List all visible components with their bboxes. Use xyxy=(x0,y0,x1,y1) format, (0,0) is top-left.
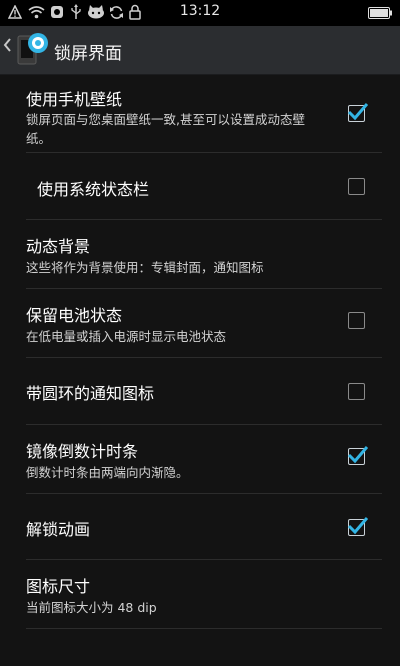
setting-keep-battery-status[interactable]: 保留电池状态 在低电量或插入电源时显示电池状态 xyxy=(26,289,382,358)
setting-title: 使用系统状态栏 xyxy=(37,180,150,199)
keep-battery-status-checkbox[interactable] xyxy=(348,312,365,329)
setting-subtitle: 倒数计时条由两端向内渐隐。 xyxy=(26,465,189,480)
status-time: 13:12 xyxy=(179,3,221,19)
setting-title: 带圆环的通知图标 xyxy=(26,384,155,403)
setting-use-phone-wallpaper[interactable]: 使用手机壁纸 锁屏页面与您桌面壁纸一致,甚至可以设置成动态壁纸。 xyxy=(26,75,382,153)
setting-subtitle: 在低电量或插入电源时显示电池状态 xyxy=(26,329,227,344)
page-title: 锁屏界面 xyxy=(54,44,122,64)
setting-dynamic-background[interactable]: 动态背景 这些将作为背景使用：专辑封面，通知图标 xyxy=(26,220,382,289)
use-system-status-bar-checkbox[interactable] xyxy=(348,178,365,195)
setting-mirror-countdown-bar[interactable]: 镜像倒数计时条 倒数计时条由两端向内渐隐。 xyxy=(26,425,382,494)
app-icon[interactable] xyxy=(14,30,50,68)
setting-title: 镜像倒数计时条 xyxy=(26,442,139,461)
setting-subtitle: 当前图标大小为 48 dip xyxy=(26,600,157,615)
setting-icon-size[interactable]: 图标尺寸 当前图标大小为 48 dip xyxy=(26,560,382,629)
setting-title: 动态背景 xyxy=(26,237,91,256)
unlock-animation-checkbox[interactable] xyxy=(347,517,368,536)
setting-subtitle: 锁屏页面与您桌面壁纸一致,甚至可以设置成动态壁纸。 xyxy=(26,112,305,146)
setting-title: 保留电池状态 xyxy=(26,306,123,325)
setting-title: 图标尺寸 xyxy=(26,577,91,596)
action-bar: 锁屏界面 xyxy=(0,26,400,75)
settings-list: 使用手机壁纸 锁屏页面与您桌面壁纸一致,甚至可以设置成动态壁纸。 使用系统状态栏… xyxy=(0,75,400,629)
back-button[interactable] xyxy=(3,37,12,58)
setting-use-system-status-bar[interactable]: 使用系统状态栏 xyxy=(26,153,382,220)
battery-icon xyxy=(368,7,392,19)
ring-notification-icons-checkbox[interactable] xyxy=(348,383,365,400)
checkmark-icon xyxy=(347,446,368,464)
mirror-countdown-bar-checkbox[interactable] xyxy=(347,446,368,465)
chevron-left-icon xyxy=(3,38,11,52)
checkmark-icon xyxy=(347,517,368,535)
use-phone-wallpaper-checkbox[interactable] xyxy=(347,103,368,122)
checkmark-icon xyxy=(347,103,368,121)
setting-title: 使用手机壁纸 xyxy=(26,90,123,109)
setting-subtitle: 这些将作为背景使用：专辑封面，通知图标 xyxy=(26,260,264,275)
status-bar: 13:12 xyxy=(0,0,400,26)
setting-title: 解锁动画 xyxy=(26,520,91,539)
setting-ring-notification-icons[interactable]: 带圆环的通知图标 xyxy=(26,358,382,425)
setting-unlock-animation[interactable]: 解锁动画 xyxy=(26,494,382,560)
